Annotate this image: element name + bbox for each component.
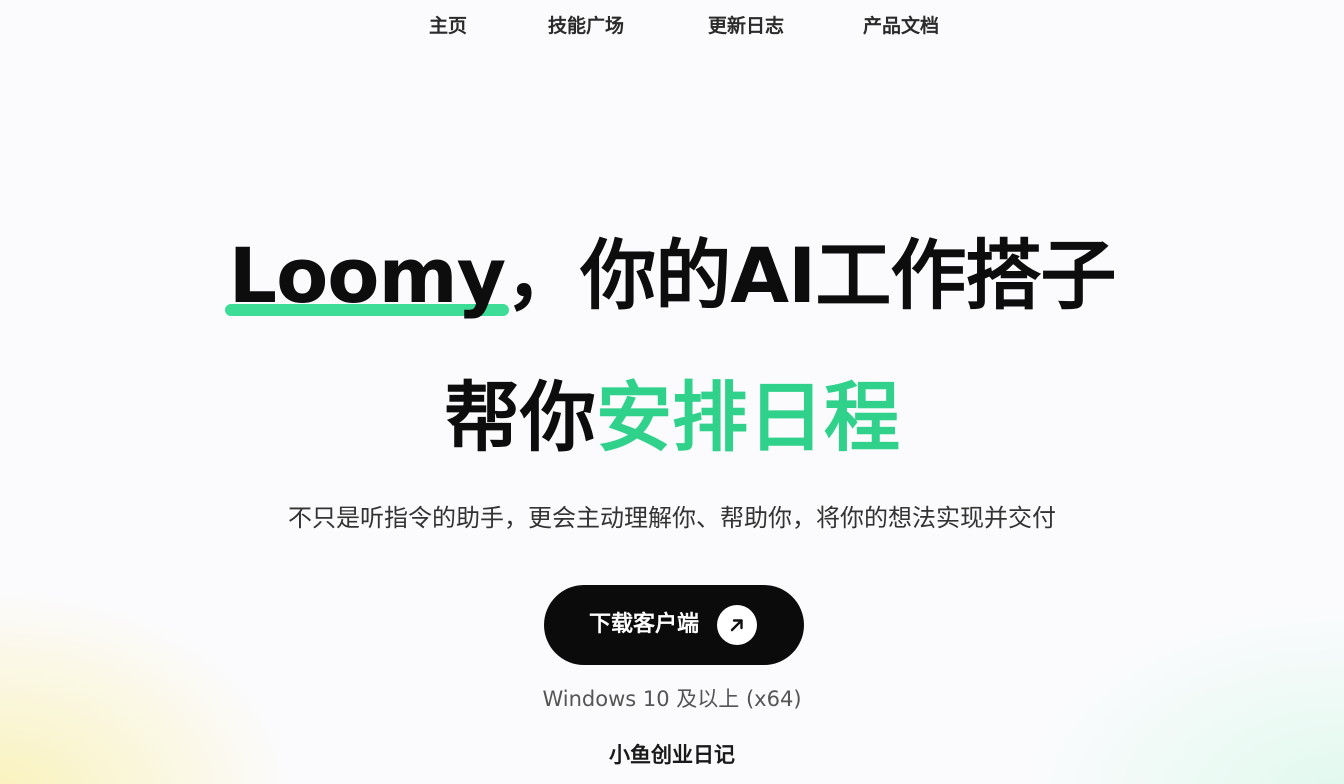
- arrow-up-right-icon: [717, 605, 757, 645]
- download-button-label: 下载客户端: [589, 612, 700, 637]
- top-navigation: 主页 技能广场 更新日志 产品文档: [0, 0, 1344, 52]
- nav-item-skills-plaza[interactable]: 技能广场: [548, 12, 624, 40]
- download-client-button[interactable]: 下载客户端: [544, 585, 804, 665]
- nav-item-home[interactable]: 主页: [429, 12, 467, 40]
- platform-requirement: Windows 10 及以上 (x64): [542, 687, 802, 711]
- hero-subheadline: 帮你安排日程: [0, 368, 1344, 468]
- subheadline-accent: 安排日程: [596, 373, 900, 462]
- brand-name: Loomy: [224, 228, 510, 324]
- hero-headline: Loomy，你的AI工作搭子: [0, 228, 1344, 324]
- headline-rest: ，你的AI工作搭子: [505, 231, 1116, 320]
- brand-text: Loomy: [228, 231, 507, 320]
- hero-description: 不只是听指令的助手，更会主动理解你、帮助你，将你的想法实现并交付: [288, 504, 1056, 532]
- subheadline-prefix: 帮你: [444, 373, 596, 462]
- watermark-text: 小鱼创业日记: [609, 743, 735, 767]
- nav-item-changelog[interactable]: 更新日志: [708, 12, 784, 40]
- nav-item-product-docs[interactable]: 产品文档: [863, 12, 939, 40]
